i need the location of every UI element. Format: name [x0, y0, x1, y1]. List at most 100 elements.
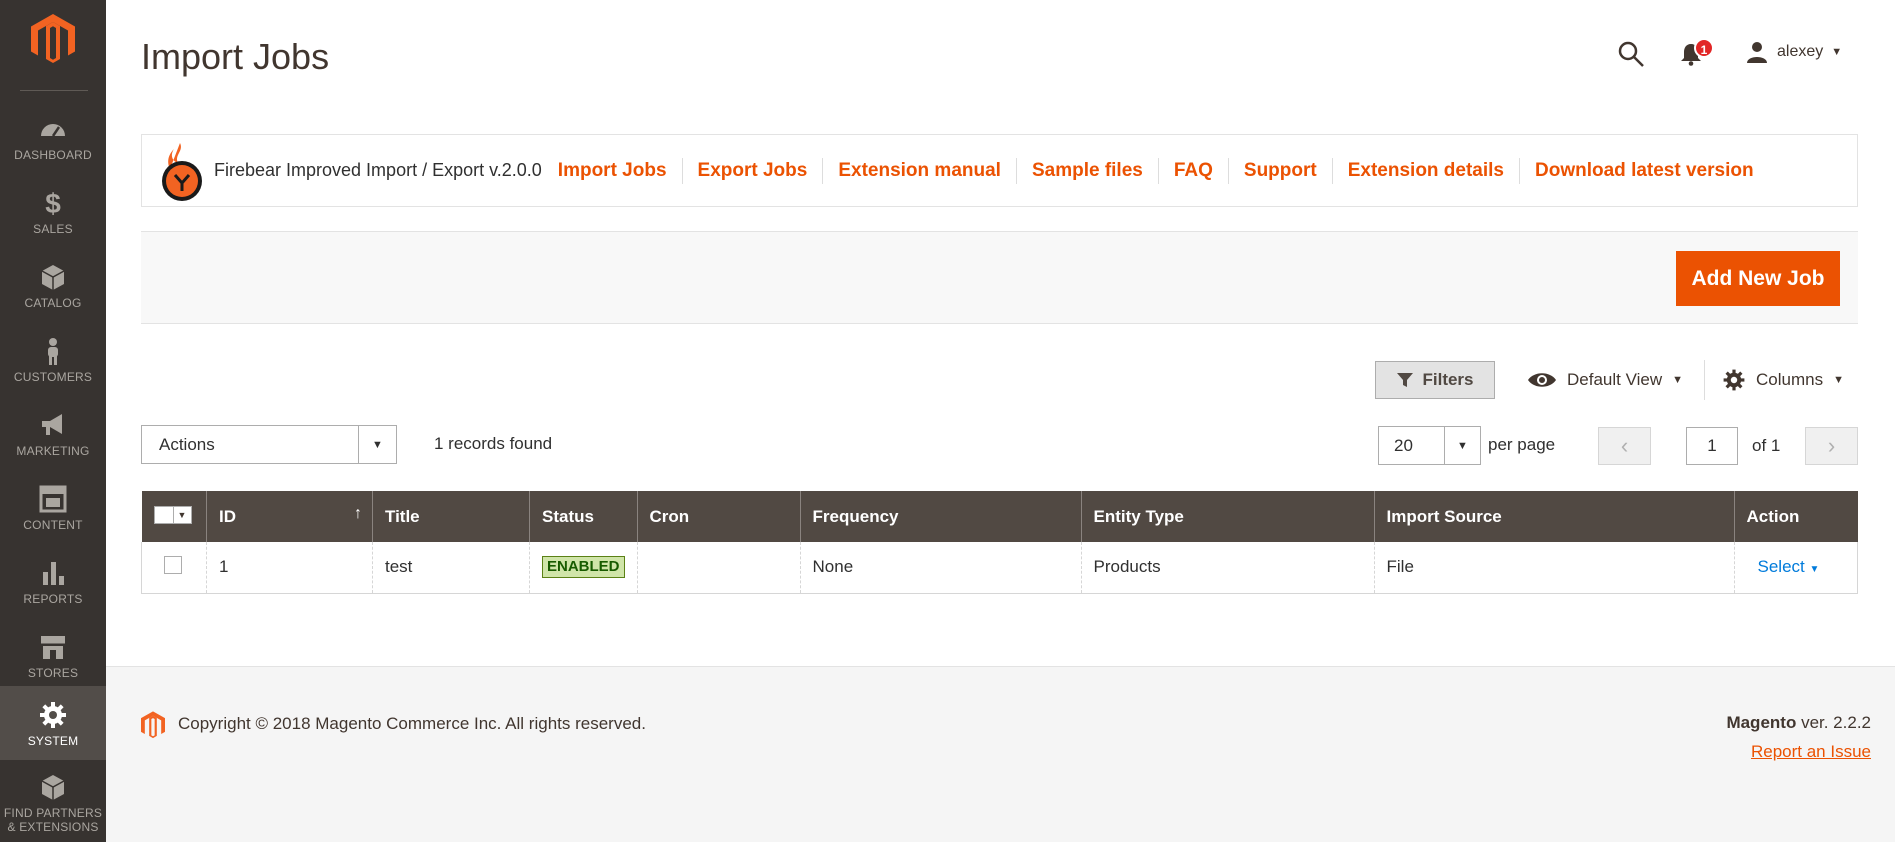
- chevron-down-icon: ▼: [358, 426, 396, 463]
- row-checkbox[interactable]: [164, 555, 182, 574]
- eye-icon: [1528, 373, 1556, 387]
- gear-icon: [40, 702, 66, 728]
- column-header-frequency[interactable]: Frequency: [799, 491, 1082, 542]
- chevron-right-icon: ›: [1827, 433, 1836, 458]
- prev-page-button[interactable]: ‹: [1598, 427, 1651, 465]
- bar-chart-icon: [43, 562, 64, 585]
- cell-frequency: None: [799, 542, 1082, 594]
- per-page-label: per page: [1488, 435, 1556, 454]
- sidebar-item-stores[interactable]: Stores: [0, 618, 106, 692]
- sidebar-item-label: Catalog: [24, 296, 82, 310]
- link-import-jobs[interactable]: Import Jobs: [558, 157, 683, 184]
- cell-id: 1: [206, 542, 373, 594]
- records-found: 1 records found: [434, 434, 553, 453]
- sort-up-arrow-icon: ↑: [354, 505, 362, 522]
- columns-switcher[interactable]: Columns ▼: [1722, 364, 1844, 396]
- column-header-status[interactable]: Status: [529, 491, 638, 542]
- sidebar-item-label: Dashboard: [14, 148, 92, 162]
- cell-title: test: [372, 542, 530, 594]
- page-title: Import Jobs: [141, 36, 330, 77]
- dollar-icon: $: [45, 188, 61, 218]
- sidebar-item-marketing[interactable]: Marketing: [0, 396, 106, 470]
- user-icon: [1747, 42, 1767, 63]
- filter-icon: [1397, 373, 1414, 387]
- sidebar-item-label: Marketing: [16, 444, 90, 458]
- cell-cron: [636, 542, 801, 594]
- columns-label: Columns: [1756, 370, 1824, 389]
- box-icon: [41, 265, 65, 290]
- mass-select-checkbox[interactable]: ▼: [153, 505, 192, 524]
- gear-icon: [1723, 369, 1745, 391]
- chevron-down-icon: ▼: [1833, 374, 1844, 386]
- chevron-down-icon: ▼: [1444, 427, 1480, 464]
- column-header-action: Action: [1733, 491, 1858, 542]
- table-row: 1 test ENABLED None Products File Select…: [141, 542, 1859, 594]
- copyright-text: Copyright © 2018 Magento Commerce Inc. A…: [178, 714, 646, 733]
- magento-logo-icon[interactable]: [31, 14, 75, 64]
- link-faq[interactable]: FAQ: [1159, 157, 1229, 184]
- sidebar-item-sales[interactable]: $ Sales: [0, 174, 106, 248]
- column-header-title[interactable]: Title: [372, 491, 530, 542]
- chevron-down-icon: ▼: [172, 506, 191, 523]
- search-icon[interactable]: [1617, 40, 1645, 68]
- report-issue-link[interactable]: Report an Issue: [1751, 742, 1871, 762]
- mass-actions-select[interactable]: Actions ▼: [141, 425, 397, 464]
- link-download-latest[interactable]: Download latest version: [1520, 158, 1769, 184]
- row-action-select[interactable]: Select ▼: [1758, 557, 1820, 576]
- next-page-button[interactable]: ›: [1805, 427, 1858, 465]
- layout-icon: [39, 485, 67, 513]
- notification-count-badge: 1: [1694, 38, 1714, 58]
- sidebar-item-label-line2: & Extensions: [7, 820, 99, 834]
- user-menu[interactable]: alexey ▼: [1745, 38, 1842, 66]
- extension-links: Import Jobs Export Jobs Extension manual…: [558, 157, 1769, 184]
- column-header-id[interactable]: ID ↑: [206, 491, 373, 542]
- sidebar-item-label: Customers: [13, 370, 93, 384]
- sidebar-item-label: Sales: [33, 222, 73, 236]
- sidebar-item-label: Reports: [23, 592, 83, 606]
- add-new-job-button[interactable]: Add New Job: [1676, 251, 1840, 306]
- page-number-input[interactable]: 1: [1686, 427, 1738, 465]
- sidebar-item-system[interactable]: System: [0, 686, 106, 760]
- admin-sidebar: Dashboard $ Sales Catalog Customers Mark…: [0, 0, 106, 842]
- chevron-down-icon: ▼: [1809, 564, 1820, 576]
- megaphone-icon: [42, 414, 62, 435]
- sidebar-item-catalog[interactable]: Catalog: [0, 248, 106, 322]
- status-badge: ENABLED: [542, 556, 625, 579]
- partners-box-icon: [41, 775, 65, 800]
- chevron-left-icon: ‹: [1620, 433, 1629, 458]
- cell-entity-type: Products: [1080, 542, 1375, 594]
- sidebar-item-content[interactable]: Content: [0, 470, 106, 544]
- mass-select-header[interactable]: ▼: [141, 491, 207, 542]
- column-header-entity-type[interactable]: Entity Type: [1080, 491, 1375, 542]
- firebear-logo-icon: [162, 142, 202, 201]
- extension-bar: Firebear Improved Import / Export v.2.0.…: [141, 134, 1858, 207]
- per-page-select[interactable]: 20 ▼: [1378, 426, 1481, 465]
- chevron-down-icon: ▼: [1831, 46, 1843, 58]
- column-header-import-source[interactable]: Import Source: [1373, 491, 1735, 542]
- filters-label: Filters: [1422, 370, 1474, 389]
- import-jobs-table: ▼ ID ↑ Title Status Cron Frequency Entity…: [141, 491, 1859, 594]
- sidebar-item-dashboard[interactable]: Dashboard: [0, 100, 106, 174]
- page-total: of 1: [1752, 436, 1781, 455]
- view-switcher[interactable]: Default View ▼: [1527, 364, 1683, 396]
- dashboard-icon: [41, 124, 65, 137]
- sidebar-item-reports[interactable]: Reports: [0, 544, 106, 618]
- controls-divider: [1704, 360, 1705, 400]
- storefront-icon: [41, 636, 65, 659]
- sidebar-item-label: System: [27, 734, 79, 748]
- sidebar-item-label: Find Partners: [3, 806, 103, 820]
- link-support[interactable]: Support: [1229, 157, 1333, 184]
- extension-name: Firebear Improved Import / Export v.2.0.…: [214, 160, 542, 180]
- column-header-cron[interactable]: Cron: [636, 491, 801, 542]
- person-icon: [48, 338, 58, 365]
- filters-button[interactable]: Filters: [1375, 361, 1495, 399]
- row-select-cell: [141, 542, 207, 594]
- link-export-jobs[interactable]: Export Jobs: [683, 157, 824, 184]
- link-sample-files[interactable]: Sample files: [1017, 157, 1159, 184]
- logo-divider: [20, 90, 88, 91]
- link-extension-manual[interactable]: Extension manual: [823, 157, 1017, 184]
- sidebar-item-customers[interactable]: Customers: [0, 322, 106, 396]
- sidebar-item-find-partners[interactable]: Find Partners & Extensions: [0, 760, 106, 842]
- sidebar-item-label: Stores: [27, 666, 79, 680]
- link-extension-details[interactable]: Extension details: [1333, 157, 1521, 184]
